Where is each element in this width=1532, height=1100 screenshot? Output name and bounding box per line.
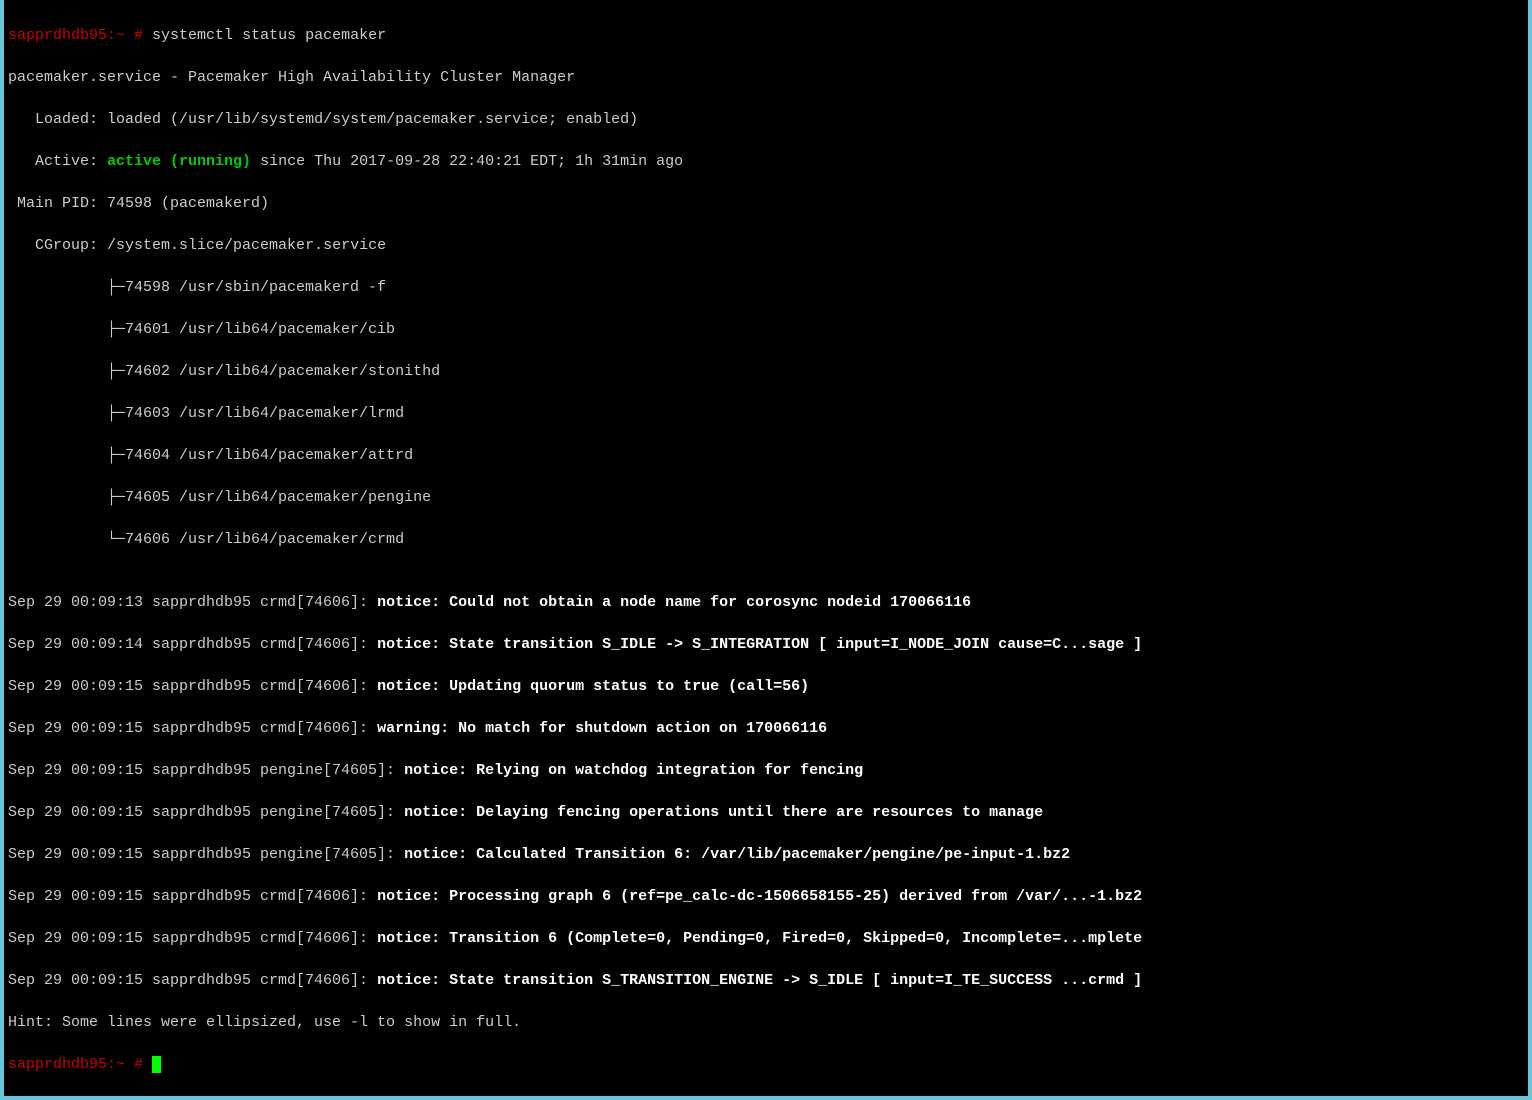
loaded-line: Loaded: loaded (/usr/lib/systemd/system/…: [8, 109, 1524, 130]
command-line: sapprdhdb95:~ # systemctl status pacemak…: [8, 25, 1524, 46]
prompt-hash: #: [125, 1056, 152, 1073]
terminal-output[interactable]: sapprdhdb95:~ # systemctl status pacemak…: [4, 0, 1528, 1096]
tree-line: ├─74598 /usr/sbin/pacemakerd -f: [8, 277, 1524, 298]
log-line: Sep 29 00:09:15 sapprdhdb95 pengine[7460…: [8, 760, 1524, 781]
log-line: Sep 29 00:09:15 sapprdhdb95 crmd[74606]:…: [8, 676, 1524, 697]
active-status: active (running): [107, 153, 251, 170]
command-text: systemctl status pacemaker: [143, 27, 386, 44]
tree-line: ├─74602 /usr/lib64/pacemaker/stonithd: [8, 361, 1524, 382]
cursor-icon: [152, 1056, 161, 1073]
tree-line: ├─74603 /usr/lib64/pacemaker/lrmd: [8, 403, 1524, 424]
log-line: Sep 29 00:09:15 sapprdhdb95 crmd[74606]:…: [8, 718, 1524, 739]
log-line: Sep 29 00:09:15 sapprdhdb95 crmd[74606]:…: [8, 928, 1524, 949]
log-line: Sep 29 00:09:15 sapprdhdb95 pengine[7460…: [8, 844, 1524, 865]
log-line: Sep 29 00:09:15 sapprdhdb95 crmd[74606]:…: [8, 886, 1524, 907]
tree-line: ├─74605 /usr/lib64/pacemaker/pengine: [8, 487, 1524, 508]
tree-line: ├─74604 /usr/lib64/pacemaker/attrd: [8, 445, 1524, 466]
active-line: Active: active (running) since Thu 2017-…: [8, 151, 1524, 172]
log-line: Sep 29 00:09:15 sapprdhdb95 pengine[7460…: [8, 802, 1524, 823]
tree-line: ├─74601 /usr/lib64/pacemaker/cib: [8, 319, 1524, 340]
prompt-line[interactable]: sapprdhdb95:~ #: [8, 1054, 1524, 1075]
prompt-host: sapprdhdb95:~: [8, 1056, 125, 1073]
hint-line: Hint: Some lines were ellipsized, use -l…: [8, 1012, 1524, 1033]
mainpid-line: Main PID: 74598 (pacemakerd): [8, 193, 1524, 214]
log-line: Sep 29 00:09:14 sapprdhdb95 crmd[74606]:…: [8, 634, 1524, 655]
unit-line: pacemaker.service - Pacemaker High Avail…: [8, 67, 1524, 88]
log-line: Sep 29 00:09:13 sapprdhdb95 crmd[74606]:…: [8, 592, 1524, 613]
prompt-hash: #: [125, 27, 143, 44]
log-line: Sep 29 00:09:15 sapprdhdb95 crmd[74606]:…: [8, 970, 1524, 991]
tree-line: └─74606 /usr/lib64/pacemaker/crmd: [8, 529, 1524, 550]
prompt-host: sapprdhdb95:~: [8, 27, 125, 44]
cgroup-line: CGroup: /system.slice/pacemaker.service: [8, 235, 1524, 256]
